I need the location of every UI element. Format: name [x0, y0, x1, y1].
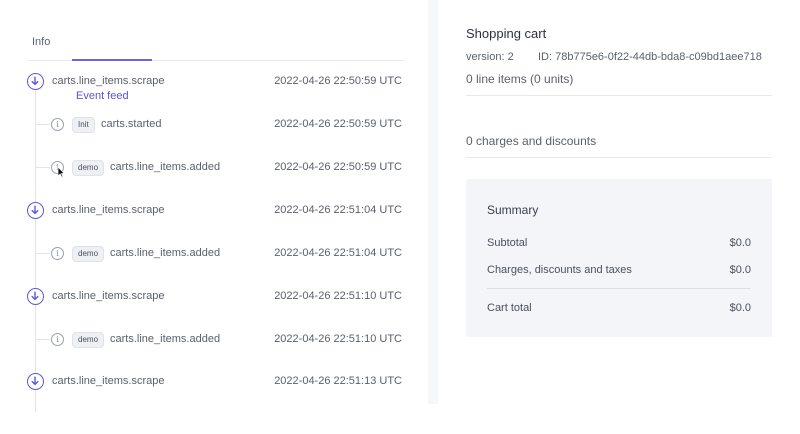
- cart-total-label: Cart total: [487, 302, 532, 314]
- arrow-down-circle-icon[interactable]: [27, 288, 44, 305]
- event-name: carts.line_items.added: [110, 161, 221, 173]
- cart-details-panel: Shopping cart version: 2 ID: 78b775e6-0f…: [438, 0, 800, 404]
- event-feed-list: carts.line_items.scrape 2022-04-26 22:50:…: [0, 60, 428, 412]
- summary-value: $0.0: [729, 264, 751, 276]
- event-timestamp: 2022-04-26 22:50:59 UTC: [274, 161, 402, 173]
- event-source-badge: demo: [72, 160, 105, 176]
- divider: [466, 95, 772, 96]
- arrow-down-circle-icon[interactable]: [27, 202, 44, 219]
- event-source-badge: demo: [72, 332, 105, 348]
- arrow-down-circle-icon[interactable]: [27, 73, 44, 90]
- event-feed-panel: Info Event feed carts.line_items.scrape 2…: [0, 0, 429, 412]
- cart-title: Shopping cart: [466, 26, 547, 41]
- event-group-row[interactable]: carts.line_items.scrape 2022-04-26 22:51:…: [0, 370, 428, 396]
- cart-total-value: $0.0: [729, 302, 751, 314]
- info-circle-icon[interactable]: i: [51, 333, 64, 346]
- cart-version: version: 2: [466, 51, 514, 63]
- event-source-badge: demo: [72, 246, 105, 262]
- summary-row-subtotal: Subtotal $0.0: [487, 237, 751, 249]
- tab-info[interactable]: Info: [32, 36, 50, 48]
- info-circle-icon[interactable]: i: [51, 118, 64, 131]
- event-timestamp: 2022-04-26 22:51:13 UTC: [274, 375, 402, 387]
- summary-value: $0.0: [729, 237, 751, 249]
- event-timestamp: 2022-04-26 22:51:10 UTC: [274, 290, 402, 302]
- event-name: carts.line_items.scrape: [52, 375, 165, 387]
- summary-card: Summary Subtotal $0.0 Charges, discounts…: [466, 179, 772, 337]
- timeline-branch: [36, 253, 50, 254]
- charges-count: 0 charges and discounts: [466, 134, 597, 148]
- event-row[interactable]: i demo carts.line_items.added 2022-04-26 22…: [0, 328, 428, 354]
- event-name: carts.started: [101, 118, 162, 130]
- mouse-cursor-icon: [57, 166, 65, 178]
- timeline-branch: [36, 124, 50, 125]
- summary-divider: [487, 288, 751, 289]
- summary-label: Subtotal: [487, 237, 528, 249]
- event-timestamp: 2022-04-26 22:51:10 UTC: [274, 333, 402, 345]
- timeline-branch: [36, 167, 50, 168]
- event-group-row[interactable]: carts.line_items.scrape 2022-04-26 22:51:…: [0, 199, 428, 225]
- pane-gutter: [428, 0, 438, 404]
- summary-label: Charges, discounts and taxes: [487, 264, 632, 276]
- event-timestamp: 2022-04-26 22:50:59 UTC: [274, 75, 402, 87]
- event-name: carts.line_items.scrape: [52, 75, 165, 87]
- event-name: carts.line_items.scrape: [52, 204, 165, 216]
- event-timestamp: 2022-04-26 22:51:04 UTC: [274, 247, 402, 259]
- event-timestamp: 2022-04-26 22:51:04 UTC: [274, 204, 402, 216]
- arrow-down-circle-icon[interactable]: [27, 373, 44, 390]
- event-group-row[interactable]: carts.line_items.scrape 2022-04-26 22:51:…: [0, 285, 428, 311]
- event-name: carts.line_items.added: [110, 333, 221, 345]
- event-timestamp: 2022-04-26 22:50:59 UTC: [274, 118, 402, 130]
- event-name: carts.line_items.added: [110, 247, 221, 259]
- timeline-branch: [36, 339, 50, 340]
- event-group-row[interactable]: carts.line_items.scrape 2022-04-26 22:50:…: [0, 70, 428, 96]
- event-name: carts.line_items.scrape: [52, 290, 165, 302]
- event-row[interactable]: i demo carts.line_items.added 2022-04-26 22…: [0, 242, 428, 268]
- cart-id: ID: 78b775e6-0f22-44db-bda8-c09bd1aee718: [538, 51, 762, 63]
- info-circle-icon[interactable]: i: [51, 247, 64, 260]
- summary-title: Summary: [487, 203, 539, 217]
- line-items-count: 0 line items (0 units): [466, 72, 574, 86]
- summary-row-total: Cart total $0.0: [487, 302, 751, 314]
- event-source-badge: Init: [72, 117, 95, 133]
- divider: [466, 157, 772, 158]
- tab-bar: Info Event feed: [28, 30, 404, 102]
- summary-row-charges: Charges, discounts and taxes $0.0: [487, 264, 751, 276]
- event-row[interactable]: i Init carts.started 2022-04-26 22:50:59 UT…: [0, 113, 428, 139]
